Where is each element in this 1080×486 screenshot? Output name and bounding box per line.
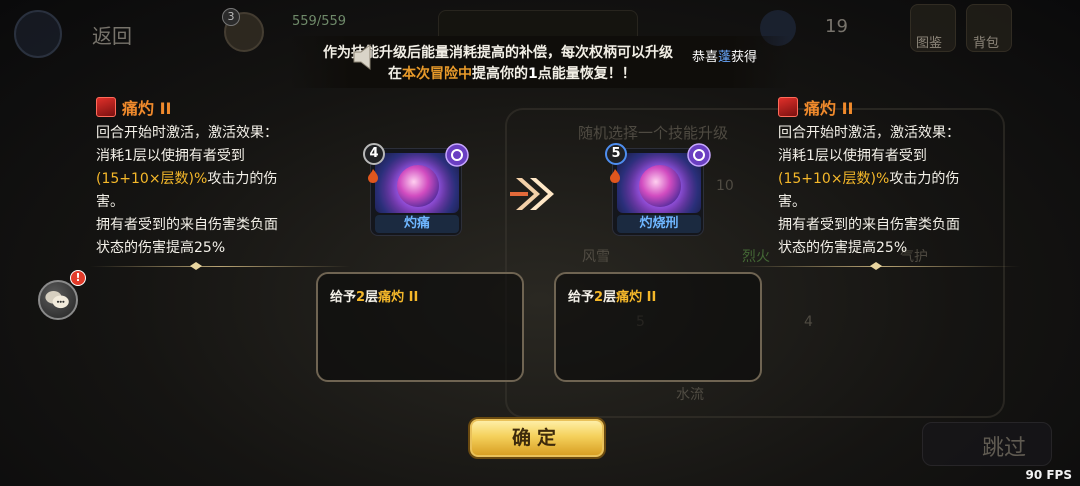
atlas-button-label[interactable]: 图鉴 — [916, 32, 942, 51]
skill-line: 消耗1层以使拥有者受到 — [778, 148, 927, 164]
fps-counter: 90 FPS — [1025, 468, 1072, 482]
skill-after-name: 痛灼 II — [804, 99, 854, 118]
skill-formula-suffix: 攻击力的伤 — [889, 171, 960, 187]
skill-line: 回合开始时激活，激活效果： — [96, 125, 278, 141]
card-name: 灼痛 — [375, 215, 459, 233]
bg-card-label: 烈火 — [742, 249, 770, 265]
toast-player-name: 蓬 — [718, 50, 732, 65]
effect-prefix: 给予 — [330, 290, 357, 305]
speaker-icon — [353, 43, 371, 71]
toast-prefix: 恭喜 — [692, 50, 719, 65]
banner-line2-num: 1 — [528, 66, 538, 82]
card-level-badge: 4 — [363, 143, 385, 165]
skill-line: 害。 — [96, 194, 124, 210]
skill-formula: (15+10×层数)% — [778, 171, 890, 187]
effect-box-after: 给予2层痛灼 II — [554, 272, 762, 382]
banner-line2-mid: 提高你的 — [472, 66, 528, 82]
skill-after-panel: 痛灼 II 回合开始时激活，激活效果： 消耗1层以使拥有者受到 (15+10×层… — [778, 96, 1018, 260]
skill-line: 害。 — [778, 194, 806, 210]
burn-skill-icon — [96, 97, 116, 117]
bag-button-label[interactable]: 背包 — [973, 32, 999, 51]
skill-after-header: 痛灼 II — [778, 96, 1018, 118]
skill-before-panel: 痛灼 II 回合开始时激活，激活效果： 消耗1层以使拥有者受到 (15+10×层… — [96, 96, 336, 260]
skill-line: 状态的伤害提高25% — [778, 240, 908, 256]
gem-count: 19 — [825, 16, 848, 37]
skill-card-after[interactable]: 灼烧刑 5 — [605, 143, 711, 236]
upgrade-arrow-icon — [510, 178, 554, 210]
bg-card-label: 水流 — [676, 387, 704, 403]
hp-value: 559/559 — [292, 14, 347, 29]
bg-card-label: 风雪 — [582, 249, 610, 265]
toast-message: 恭喜蓬获得 — [692, 46, 757, 65]
bg-hint-text: 随机选择一个技能升级 — [578, 124, 729, 142]
skill-before-description: 回合开始时激活，激活效果： 消耗1层以使拥有者受到 (15+10×层数)%攻击力… — [96, 122, 336, 260]
flame-orb-icon — [639, 165, 681, 207]
back-button[interactable]: 返回 — [92, 20, 132, 49]
skill-formula-suffix: 攻击力的伤 — [207, 171, 278, 187]
effect-prefix: 给予 — [568, 290, 595, 305]
banner-line2-prefix: 在 — [388, 66, 402, 82]
banner-line2-suffix: 点能量恢复！！ — [537, 66, 636, 82]
skill-line: 消耗1层以使拥有者受到 — [96, 148, 245, 164]
bg-card-level: 10 — [716, 178, 734, 194]
skill-line: 回合开始时激活，激活效果： — [778, 125, 960, 141]
card-name: 灼烧刑 — [617, 215, 701, 233]
skill-after-description: 回合开始时激活，激活效果： 消耗1层以使拥有者受到 (15+10×层数)%攻击力… — [778, 122, 1018, 260]
skill-line: 拥有者受到的来自伤害类负面 — [778, 217, 960, 233]
burn-skill-icon — [778, 97, 798, 117]
skill-before-header: 痛灼 II — [96, 96, 336, 118]
skill-before-name: 痛灼 II — [122, 99, 172, 118]
bg-card-level: 4 — [804, 314, 813, 330]
chat-bubble-icon — [45, 291, 69, 309]
effect-skill: 痛灼 II — [378, 290, 419, 305]
chat-alert-badge: ! — [70, 270, 86, 286]
effect-unit: 层 — [365, 290, 379, 305]
avatar-level-badge: 3 — [222, 8, 240, 26]
banner-line2-highlight: 本次冒险中 — [402, 66, 472, 82]
flame-orb-icon — [397, 165, 439, 207]
skill-line: 状态的伤害提高25% — [96, 240, 226, 256]
skill-line: (15+10×层数)%攻击力的伤 — [96, 168, 336, 191]
skip-button-label: 跳过 — [982, 436, 1027, 461]
divider-gem-icon — [190, 262, 202, 270]
banner-line-2: 在本次冒险中提高你的1点能量恢复！！ — [388, 63, 636, 83]
card-level-badge: 5 — [605, 143, 627, 165]
chat-button[interactable] — [38, 280, 78, 320]
effect-unit: 层 — [603, 290, 617, 305]
skill-card-before[interactable]: 灼痛 4 — [363, 143, 469, 236]
divider-gem-icon — [870, 262, 882, 270]
toast-suffix: 获得 — [731, 50, 758, 65]
effect-text: 给予2层痛灼 II — [568, 286, 656, 305]
confirm-button-label: 确定 — [511, 427, 562, 449]
skill-type-icon — [687, 143, 711, 167]
fire-icon — [610, 169, 620, 183]
skill-line: (15+10×层数)%攻击力的伤 — [778, 168, 1018, 191]
effect-skill: 痛灼 II — [616, 290, 657, 305]
effect-count: 2 — [594, 290, 604, 305]
back-icon[interactable] — [14, 10, 62, 58]
effect-text: 给予2层痛灼 II — [330, 286, 418, 305]
divider-left — [90, 266, 350, 267]
confirm-button[interactable]: 确定 — [468, 417, 606, 459]
skill-line: 拥有者受到的来自伤害类负面 — [96, 217, 278, 233]
effect-box-before: 给予2层痛灼 II — [316, 272, 524, 382]
fire-icon — [368, 169, 378, 183]
skill-formula: (15+10×层数)% — [96, 171, 208, 187]
effect-count: 2 — [356, 290, 366, 305]
skill-type-icon — [445, 143, 469, 167]
